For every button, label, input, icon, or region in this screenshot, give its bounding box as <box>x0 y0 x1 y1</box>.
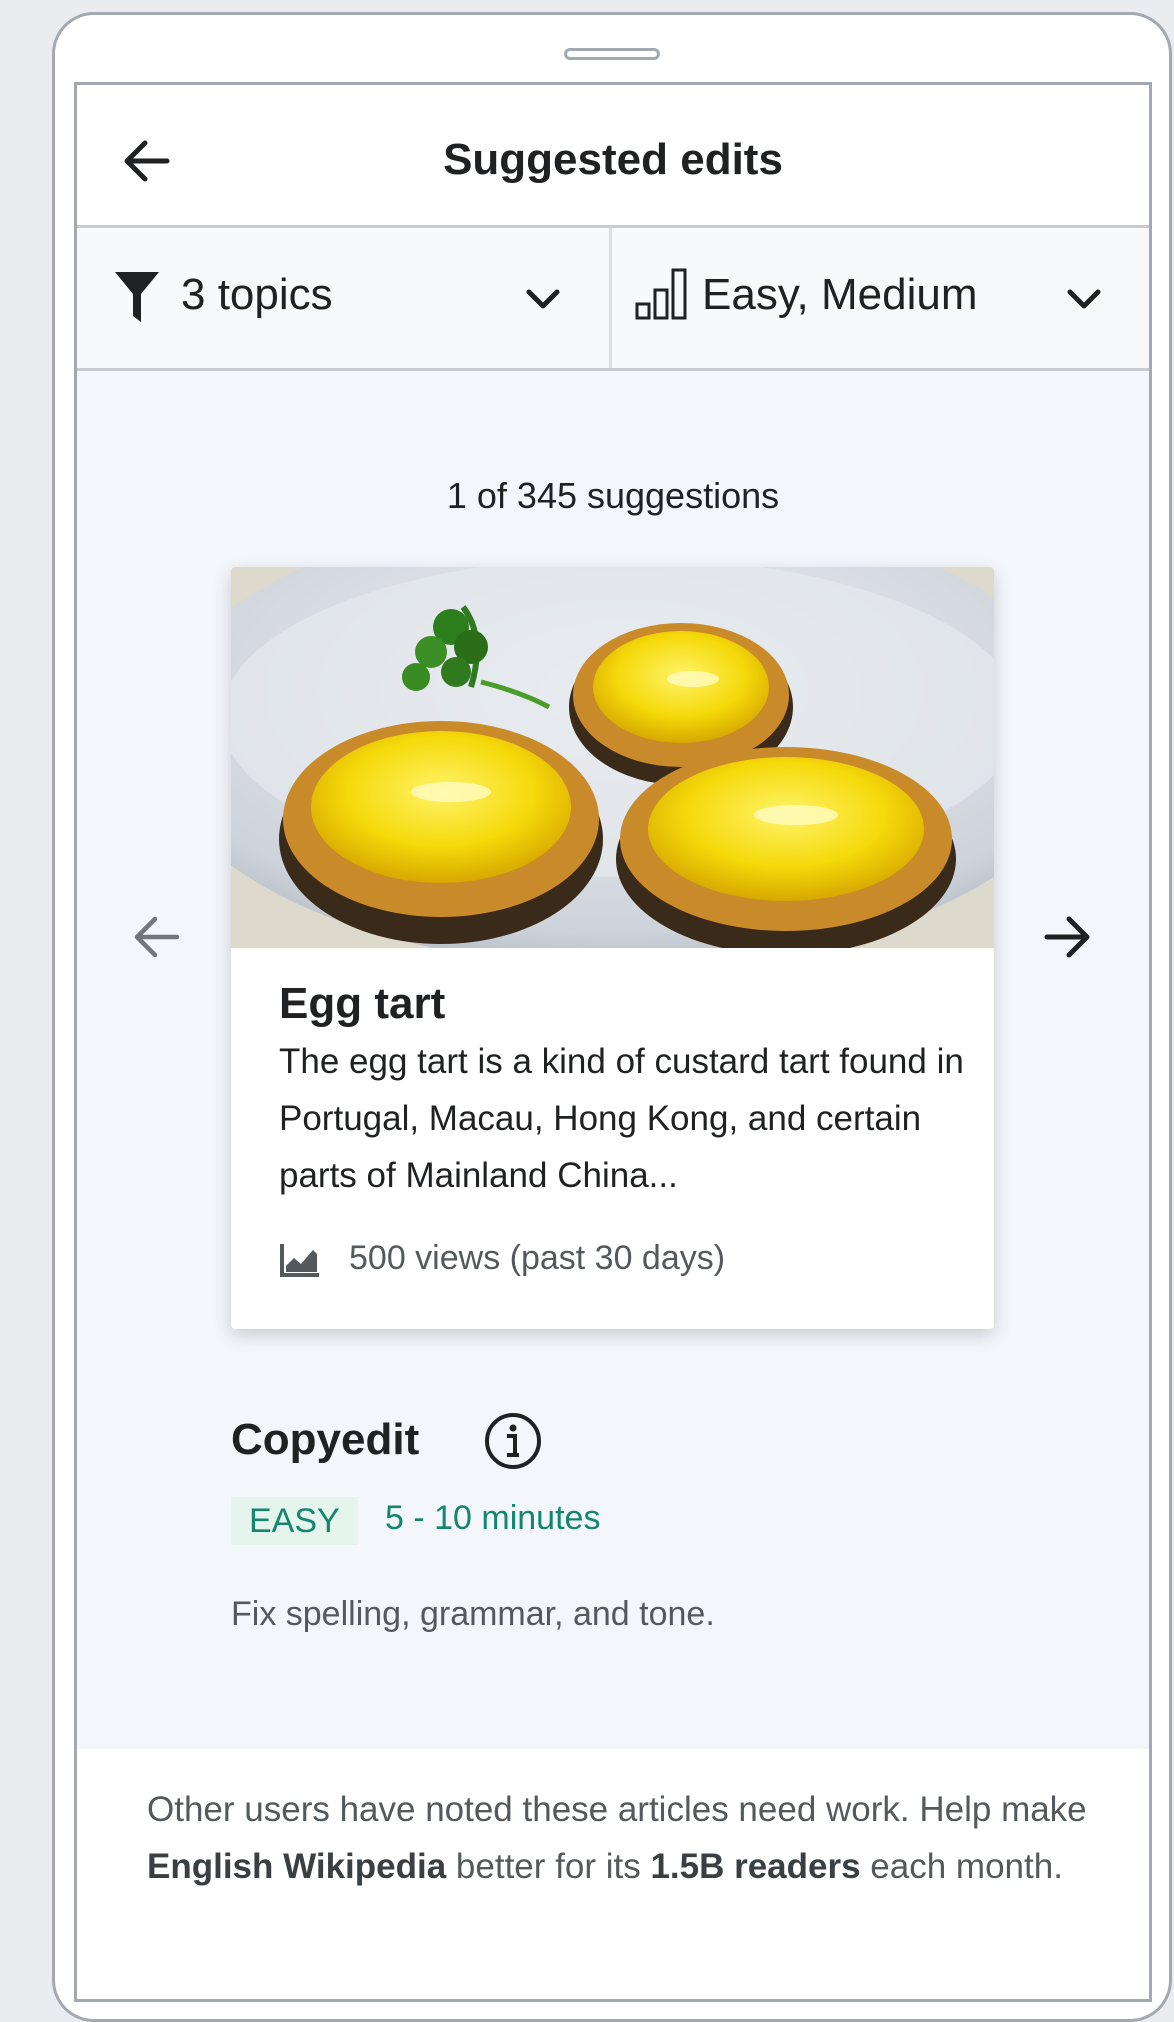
filter-bar: 3 topics Easy, Medium <box>77 228 1149 371</box>
wiki-name: English Wikipedia <box>147 1847 447 1886</box>
next-suggestion-button[interactable] <box>1037 907 1097 967</box>
task-description: Fix spelling, grammar, and tone. <box>231 1595 715 1633</box>
funnel-icon <box>115 272 159 322</box>
readers-count: 1.5B readers <box>650 1847 861 1886</box>
difficulty-filter-button[interactable]: Easy, Medium <box>612 228 1149 368</box>
article-description: The egg tart is a kind of custard tart f… <box>279 1042 964 1195</box>
app-header: Suggested edits <box>77 85 1149 228</box>
page-title: Suggested edits <box>443 135 783 184</box>
difficulty-filter-label: Easy, Medium <box>702 270 978 319</box>
footer-text: Other users have noted these articles ne… <box>147 1781 1097 1895</box>
chevron-down-icon <box>1067 289 1101 309</box>
suggestion-counter: 1 of 345 suggestions <box>446 475 780 516</box>
topics-filter-button[interactable]: 3 topics <box>77 228 612 368</box>
task-type-title: Copyedit <box>231 1415 420 1464</box>
info-icon <box>485 1413 541 1469</box>
suggested-edits-screen: Suggested edits 3 topics Easy, Medium 1 … <box>74 82 1152 2002</box>
chevron-down-icon <box>526 289 560 309</box>
time-estimate: 5 - 10 minutes <box>385 1499 601 1537</box>
footer-text-middle: better for its <box>446 1847 651 1886</box>
arrow-right-icon <box>1044 916 1090 958</box>
article-views: 500 views (past 30 days) <box>349 1239 726 1277</box>
egg-tart-left <box>279 721 603 944</box>
article-image <box>231 567 994 948</box>
previous-suggestion-button[interactable] <box>127 907 187 967</box>
topics-filter-label: 3 topics <box>181 270 333 319</box>
article-title: Egg tart <box>279 979 446 1028</box>
chart-area-icon <box>280 1244 319 1277</box>
difficulty-badge: EASY <box>231 1497 358 1545</box>
footer-text-before: Other users have noted these articles ne… <box>147 1790 1087 1829</box>
info-footer: Other users have noted these articles ne… <box>77 1749 1149 1999</box>
egg-tart-right <box>616 747 956 948</box>
difficulty-bars-icon <box>635 268 687 320</box>
footer-text-after: each month. <box>860 1847 1063 1886</box>
arrow-left-icon <box>134 916 180 958</box>
suggestion-card[interactable]: Egg tart The egg tart is a kind of custa… <box>231 567 994 1329</box>
drag-handle[interactable] <box>564 48 660 60</box>
task-info-button[interactable] <box>483 1411 543 1471</box>
